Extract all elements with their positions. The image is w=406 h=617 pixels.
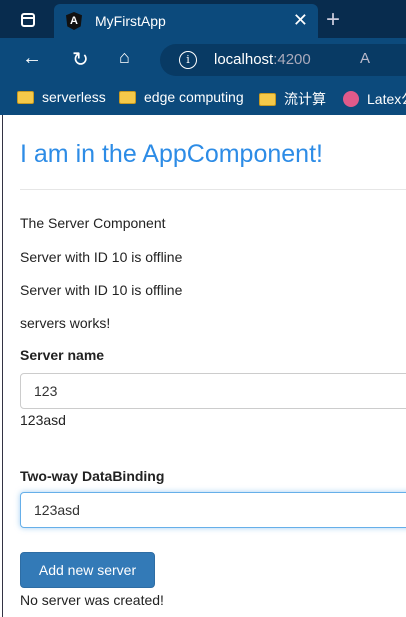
url-text: localhost:4200	[214, 51, 311, 68]
read-aloud-icon[interactable]: A	[360, 50, 370, 67]
server-status-text: Server with ID 10 is offline	[20, 282, 183, 298]
server-name-echo: 123asd	[20, 412, 66, 428]
bookmark-latex[interactable]: Latex公	[343, 89, 406, 109]
bookmark-edge-computing[interactable]: edge computing	[119, 89, 244, 105]
info-icon[interactable]: i	[179, 51, 197, 69]
server-component-text: The Server Component	[20, 215, 166, 231]
tab-actions-icon[interactable]	[21, 13, 35, 27]
page-title: I am in the AppComponent!	[20, 140, 323, 168]
twoway-label: Two-way DataBinding	[20, 468, 165, 484]
folder-icon	[119, 90, 136, 104]
back-icon[interactable]: ←	[22, 47, 42, 70]
bookmark-stream[interactable]: 流计算	[259, 89, 326, 109]
server-name-label: Server name	[20, 347, 105, 363]
latex-icon	[343, 91, 359, 107]
home-icon[interactable]: ⌂	[119, 47, 130, 68]
folder-icon	[17, 90, 34, 104]
tab-title: MyFirstApp	[95, 13, 166, 29]
twoway-input[interactable]	[20, 492, 406, 528]
bookmark-serverless[interactable]: serverless	[17, 89, 106, 105]
close-icon[interactable]: ✕	[293, 10, 308, 31]
bookmarks-bar: serverless edge computing 流计算 Latex公	[0, 80, 406, 115]
tab-myfirstapp[interactable]: A MyFirstApp ✕	[54, 4, 318, 38]
angular-icon: A	[66, 12, 82, 30]
toolbar: ← ↻ ⌂ i localhost:4200 A	[0, 38, 406, 80]
server-name-input[interactable]	[20, 373, 406, 409]
page-content: I am in the AppComponent! The Server Com…	[2, 115, 406, 617]
add-server-button[interactable]: Add new server	[20, 552, 155, 588]
tab-strip: A MyFirstApp ✕ +	[0, 0, 406, 38]
refresh-icon[interactable]: ↻	[72, 47, 89, 72]
divider	[20, 189, 406, 190]
folder-icon	[259, 92, 276, 106]
server-creation-status: No server was created!	[20, 592, 164, 608]
address-bar[interactable]: i localhost:4200 A	[160, 44, 406, 76]
server-status-text: Server with ID 10 is offline	[20, 249, 183, 265]
servers-works-text: servers works!	[20, 315, 111, 331]
new-tab-icon[interactable]: +	[326, 6, 340, 34]
